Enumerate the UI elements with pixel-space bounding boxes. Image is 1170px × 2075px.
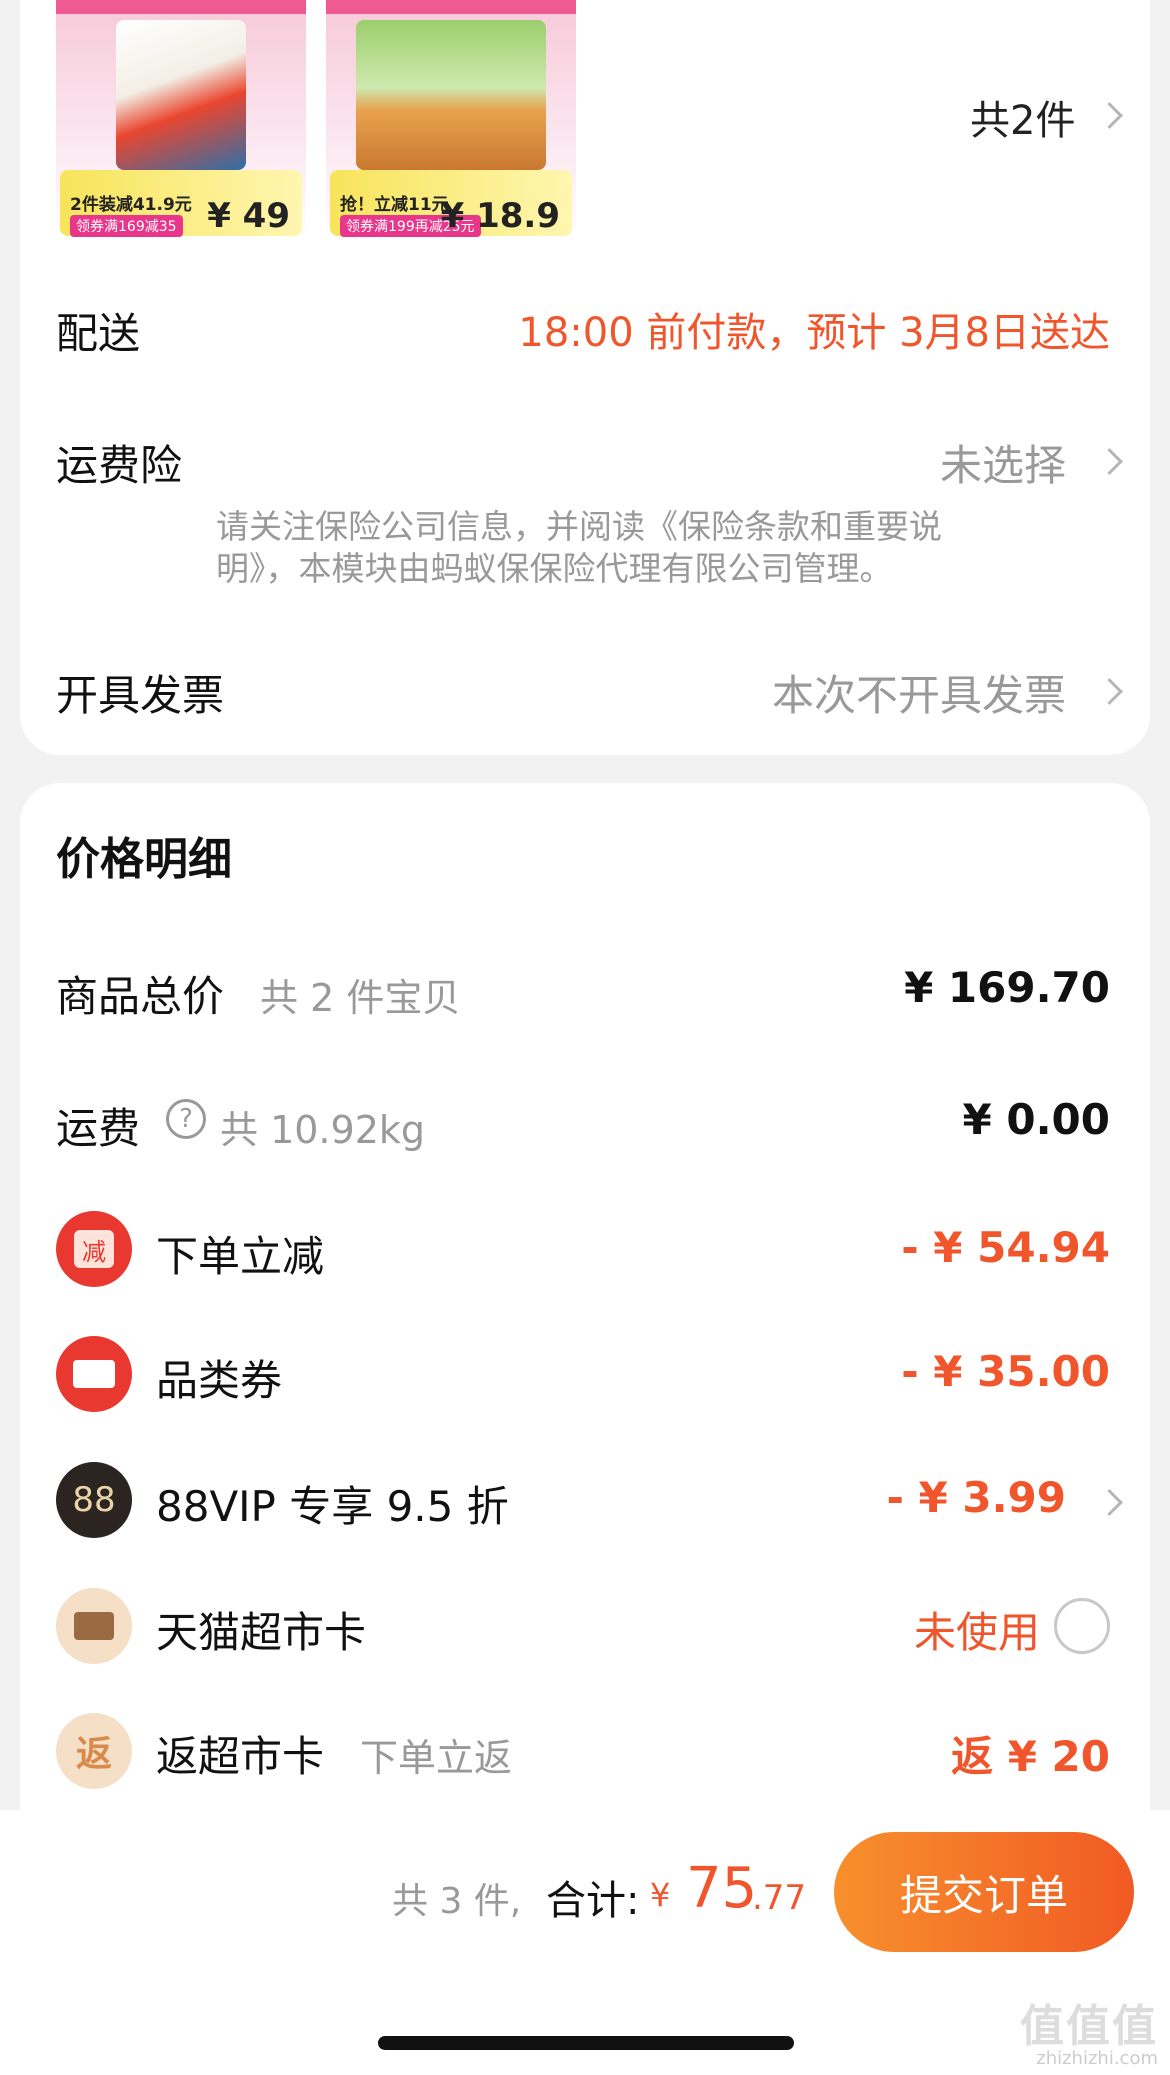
card-shape bbox=[74, 1612, 114, 1640]
insurance-note-line1: 请关注保险公司信息，并阅读《保险条款和重要说 bbox=[216, 507, 942, 546]
home-indicator bbox=[378, 2036, 794, 2050]
product-price: ¥ 49 bbox=[207, 196, 290, 236]
shipping-value: ¥ 0.00 bbox=[962, 1095, 1110, 1144]
total-currency: ¥ bbox=[650, 1876, 671, 1914]
goods-total-sub: 共 2 件宝贝 bbox=[260, 976, 461, 1020]
product-promo-text: 2件装减41.9元 bbox=[70, 195, 192, 215]
insurance-label: 运费险 bbox=[56, 441, 183, 490]
ticket-icon bbox=[56, 1336, 132, 1412]
shipping-label: 运费 bbox=[56, 1104, 141, 1153]
discount-value: 返 ¥ 20 bbox=[951, 1732, 1110, 1781]
rice-package-image bbox=[116, 20, 246, 170]
total-label: 合计: bbox=[546, 1878, 640, 1924]
price-detail-title: 价格明细 bbox=[56, 834, 232, 885]
chevron-right-icon[interactable] bbox=[1096, 678, 1123, 705]
total-decimal: .77 bbox=[752, 1878, 807, 1918]
discount-label: 下单立减 bbox=[156, 1232, 325, 1281]
invoice-label: 开具发票 bbox=[56, 671, 225, 720]
88vip-icon: 88 bbox=[56, 1462, 132, 1538]
product-thumbnail-bread[interactable]: 抢！立减11元 领券满199再减25元 ¥ 18.9 bbox=[326, 0, 576, 240]
product-coupon-text: 领券满169减35 bbox=[70, 215, 183, 237]
chevron-right-icon[interactable] bbox=[1096, 448, 1123, 475]
insurance-note-line2: 明》，本模块由蚂蚁保保险代理有限公司管理。 bbox=[216, 549, 893, 588]
price-detail-card: 价格明细 商品总价 共 2 件宝贝 ¥ 169.70 运费 ? 共 10.92k… bbox=[20, 783, 1150, 1810]
select-radio[interactable] bbox=[1054, 1598, 1110, 1654]
watermark-logo: 值值值 bbox=[1020, 2001, 1158, 2052]
invoice-value[interactable]: 本次不开具发票 bbox=[772, 662, 1066, 723]
submit-order-button[interactable]: 提交订单 bbox=[834, 1832, 1134, 1952]
delivery-label: 配送 bbox=[56, 309, 141, 358]
product-thumbnail-rice[interactable]: 2件装减41.9元 领券满169减35 ¥ 49 bbox=[56, 0, 306, 240]
discount-value: - ¥ 54.94 bbox=[901, 1223, 1110, 1272]
goods-total-value: ¥ 169.70 bbox=[904, 963, 1110, 1012]
delivery-estimate: 18:00 前付款，预计 3月8日送达 bbox=[518, 310, 1110, 356]
insurance-value[interactable]: 未选择 bbox=[940, 432, 1066, 493]
shipping-sub: 共 10.92kg bbox=[220, 1108, 425, 1152]
product-price: ¥ 18.9 bbox=[440, 196, 560, 236]
discount-value: 未使用 bbox=[913, 1608, 1040, 1657]
discount-value[interactable]: - ¥ 3.99 bbox=[886, 1473, 1066, 1522]
order-info-card: 2件装减41.9元 领券满169减35 ¥ 49 抢！立减11元 领券满199再… bbox=[20, 0, 1150, 755]
fan-badge-text: 返 bbox=[75, 1734, 112, 1775]
discount-label: 品类券 bbox=[156, 1356, 283, 1405]
product-count[interactable]: 共2件 bbox=[970, 88, 1075, 146]
jian-badge-text: 减 bbox=[74, 1230, 114, 1268]
total-integer: 75 bbox=[686, 1856, 758, 1921]
discount-label: 88VIP 专享 9.5 折 bbox=[156, 1482, 509, 1531]
watermark-url: zhizhizhi.com bbox=[1036, 2048, 1158, 2069]
bread-box-image bbox=[356, 20, 546, 170]
discount-label: 返超市卡 bbox=[156, 1732, 325, 1781]
discount-sub: 下单立返 bbox=[360, 1736, 513, 1780]
card-icon bbox=[56, 1588, 132, 1664]
item-count: 共 3 件, bbox=[392, 1881, 522, 1922]
question-circle-icon[interactable]: ? bbox=[166, 1099, 206, 1139]
fan-badge-icon: 返 bbox=[56, 1713, 132, 1789]
goods-total-label: 商品总价 bbox=[56, 972, 225, 1021]
jian-badge-icon: 减 bbox=[56, 1211, 132, 1287]
discount-label: 天猫超市卡 bbox=[156, 1608, 367, 1657]
chevron-right-icon[interactable] bbox=[1096, 102, 1123, 129]
discount-value: - ¥ 35.00 bbox=[901, 1347, 1110, 1396]
ticket-shape bbox=[73, 1360, 115, 1388]
88vip-icon-text: 88 bbox=[72, 1480, 116, 1520]
thumbnail-header-band bbox=[326, 0, 576, 14]
product-promo-text: 抢！立减11元 bbox=[340, 195, 449, 215]
thumbnail-header-band bbox=[56, 0, 306, 14]
chevron-right-icon[interactable] bbox=[1096, 1489, 1123, 1516]
